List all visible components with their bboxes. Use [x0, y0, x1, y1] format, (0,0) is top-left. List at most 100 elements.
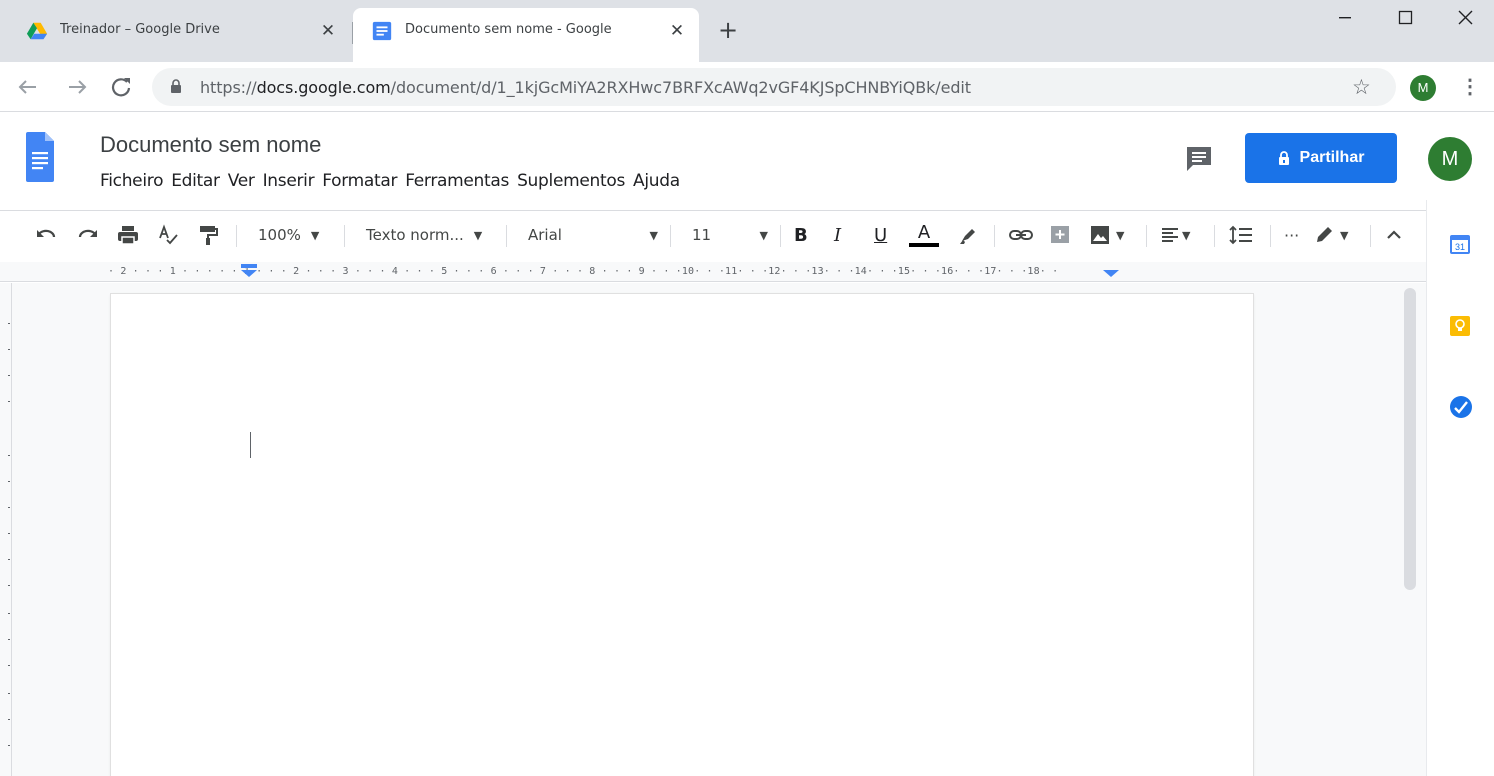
keep-icon[interactable] [1449, 315, 1471, 337]
share-button[interactable]: Partilhar [1245, 133, 1397, 183]
menu-ajuda[interactable]: Ajuda [629, 171, 684, 191]
horizontal-ruler[interactable]: · 2 · · · 1 · · · · · 1 · · · 2 · · · 3 … [0, 262, 1426, 282]
google-docs-logo-icon[interactable] [26, 132, 54, 182]
menu-ficheiro[interactable]: Ficheiro [96, 171, 167, 191]
toolbar-separator [994, 225, 995, 247]
maximize-icon [1398, 10, 1413, 25]
more-options-button[interactable]: ··· [1284, 211, 1299, 259]
address-bar[interactable]: https://docs.google.com/document/d/1_1kj… [152, 68, 1396, 106]
account-avatar[interactable]: M [1428, 137, 1472, 181]
tab-google-docs[interactable]: Documento sem nome - Google ✕ [353, 8, 699, 62]
spellcheck-button[interactable] [156, 211, 180, 259]
toolbar-separator [670, 225, 671, 247]
font-select[interactable]: Arial ▼ [528, 211, 658, 259]
line-spacing-button[interactable] [1228, 211, 1254, 259]
toolbar-separator [344, 225, 345, 247]
font-size-select[interactable]: 11 ▼ [692, 211, 768, 259]
reload-button[interactable] [107, 73, 135, 101]
document-page[interactable] [111, 294, 1253, 776]
close-window-icon [1458, 10, 1473, 25]
vertical-ruler-tick [8, 533, 10, 534]
print-button[interactable] [116, 211, 140, 259]
toolbar-separator [1214, 225, 1215, 247]
maximize-window-button[interactable] [1376, 0, 1434, 36]
close-tab-icon[interactable]: ✕ [665, 19, 689, 43]
collapse-toolbar-button[interactable] [1384, 211, 1404, 259]
new-tab-button[interactable]: + [714, 17, 742, 45]
menu-editar[interactable]: Editar [167, 171, 224, 191]
menu-formatar[interactable]: Formatar [318, 171, 401, 191]
vertical-ruler-tick [8, 745, 10, 746]
comments-icon[interactable] [1185, 145, 1213, 173]
browser-profile-avatar[interactable]: M [1410, 75, 1436, 101]
highlighter-icon [960, 229, 975, 244]
google-docs-icon [372, 21, 392, 41]
zoom-select[interactable]: 100% ▼ [258, 211, 319, 259]
close-tab-icon[interactable]: ✕ [316, 19, 340, 43]
menu-inserir[interactable]: Inserir [259, 171, 319, 191]
browser-menu-icon[interactable]: ⋮ [1458, 73, 1482, 101]
bookmark-star-icon[interactable]: ☆ [1352, 75, 1371, 100]
menu-suplementos[interactable]: Suplementos [513, 171, 629, 191]
vertical-ruler-tick [8, 639, 10, 640]
undo-icon [37, 229, 56, 238]
lock-icon [171, 79, 181, 93]
close-window-button[interactable] [1436, 0, 1494, 36]
menu-ferramentas[interactable]: Ferramentas [401, 171, 513, 191]
tab-google-drive[interactable]: Treinador – Google Drive ✕ [8, 8, 350, 62]
vertical-ruler-tick [8, 455, 10, 456]
calendar-day: 31 [1455, 242, 1465, 252]
chevron-up-icon [1387, 230, 1401, 239]
tasks-icon[interactable] [1449, 395, 1473, 419]
left-indent-marker-icon[interactable] [239, 264, 259, 278]
url-path: /document/d/1_1kjGcMiYA2RXHwc7BRFXcAWq2v… [390, 78, 971, 97]
vertical-ruler-tick [8, 585, 10, 586]
paint-format-button[interactable] [196, 211, 220, 259]
calendar-icon[interactable]: 31 [1449, 233, 1471, 255]
back-button[interactable] [14, 73, 42, 101]
redo-button[interactable] [76, 211, 100, 259]
font-size-value: 11 [692, 226, 712, 244]
image-icon [1091, 226, 1109, 244]
vertical-ruler-tick [8, 481, 10, 482]
vertical-scrollbar[interactable] [1404, 288, 1416, 590]
arrow-left-icon [18, 80, 36, 94]
caret-down-icon: ▼ [310, 228, 320, 242]
align-button[interactable]: ▼ [1160, 211, 1190, 259]
align-left-icon [1162, 228, 1178, 242]
add-comment-icon [1051, 226, 1069, 243]
vertical-ruler[interactable] [0, 283, 12, 776]
toolbar-separator [236, 225, 237, 247]
insert-comment-button[interactable] [1048, 211, 1072, 259]
url-text: https://docs.google.com/document/d/1_1kj… [200, 78, 971, 97]
font-value: Arial [528, 226, 562, 244]
insert-image-button[interactable]: ▼ [1088, 211, 1124, 259]
side-panel: 31 [1426, 200, 1494, 776]
spellcheck-icon [159, 224, 178, 245]
forward-button[interactable] [63, 73, 91, 101]
menu-ver[interactable]: Ver [224, 171, 259, 191]
text-color-button[interactable]: A [908, 211, 940, 259]
right-indent-marker-icon[interactable] [1101, 264, 1121, 278]
italic-button[interactable]: I [834, 211, 841, 259]
minimize-window-button[interactable] [1316, 0, 1374, 36]
document-title[interactable]: Documento sem nome [100, 132, 321, 158]
highlight-color-button[interactable] [956, 211, 980, 259]
vertical-ruler-tick [8, 401, 10, 402]
paragraph-style-select[interactable]: Texto norm... ▼ [366, 211, 482, 259]
bold-button[interactable]: B [794, 211, 808, 259]
insert-link-button[interactable] [1008, 211, 1034, 259]
url-scheme: https:// [200, 78, 257, 97]
undo-button[interactable] [34, 211, 58, 259]
vertical-ruler-tick [8, 375, 10, 376]
lock-icon [1278, 150, 1289, 165]
toolbar-separator [1146, 225, 1147, 247]
vertical-ruler-tick [8, 323, 10, 324]
tab-title: Treinador – Google Drive [60, 22, 220, 37]
paragraph-style-value: Texto norm... [366, 226, 464, 244]
editing-mode-button[interactable]: ▼ [1312, 211, 1348, 259]
caret-down-icon: ▼ [649, 228, 658, 242]
link-icon [1009, 230, 1033, 240]
vertical-ruler-tick [8, 559, 10, 560]
underline-button[interactable]: U [874, 211, 887, 259]
